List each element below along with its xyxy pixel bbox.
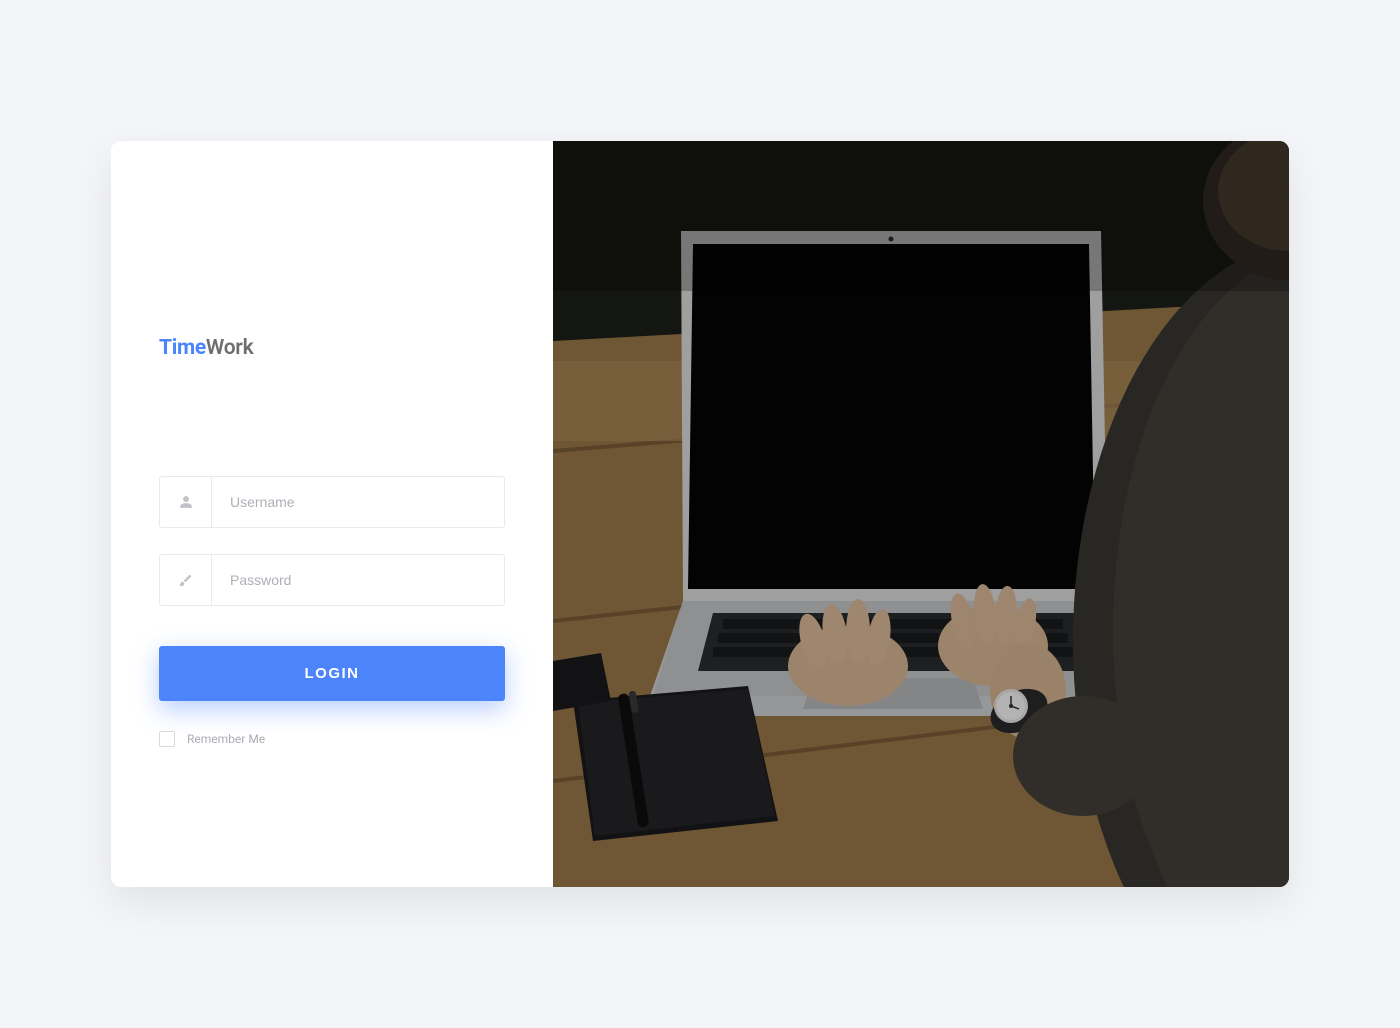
password-field[interactable] (212, 555, 504, 605)
user-icon (160, 477, 212, 527)
brand-second: Work (206, 336, 253, 360)
remember-me-label[interactable]: Remember Me (187, 732, 265, 746)
login-form-panel: TimeWork LOGIN Remember Me (111, 141, 553, 887)
password-input-group (159, 554, 505, 606)
remember-me-checkbox[interactable] (159, 731, 175, 747)
brand-first: Time (159, 336, 206, 360)
hero-image: MacBook Air (553, 141, 1289, 887)
login-card: TimeWork LOGIN Remember Me (111, 141, 1289, 887)
key-icon (160, 555, 212, 605)
login-button[interactable]: LOGIN (159, 646, 505, 701)
username-field[interactable] (212, 477, 504, 527)
remember-me-row: Remember Me (159, 731, 505, 747)
brand-logo: TimeWork (159, 336, 505, 360)
username-input-group (159, 476, 505, 528)
